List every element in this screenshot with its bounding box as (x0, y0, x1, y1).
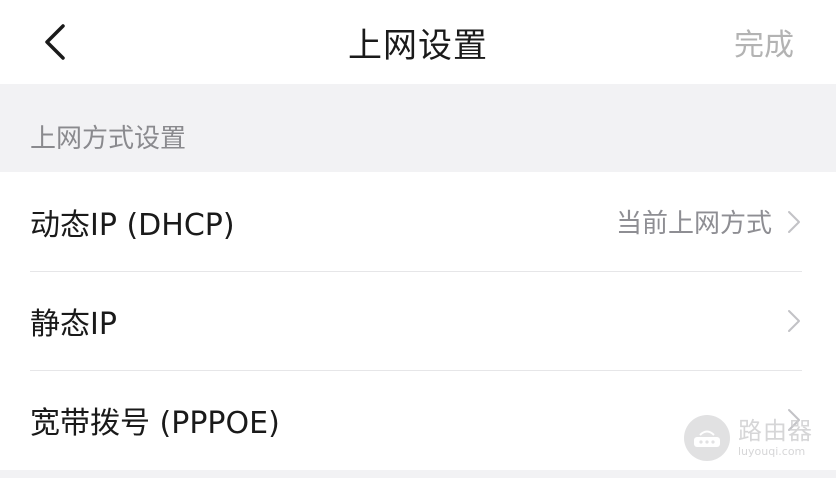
section-title: 上网方式设置 (30, 123, 187, 154)
nav-bar: 上网设置 完成 (0, 0, 836, 84)
item-right: 当前上网方式 (616, 172, 802, 271)
chevron-right-icon (786, 208, 802, 236)
item-right (786, 271, 802, 370)
router-logo-icon (684, 415, 730, 461)
list-item-static-ip[interactable]: 静态IP (0, 271, 836, 370)
watermark-text: 路由器 luyouqi.com (738, 419, 813, 457)
section-header: 上网方式设置 (0, 84, 836, 172)
watermark-cn: 路由器 (738, 417, 813, 445)
item-label: 动态IP (DHCP) (30, 207, 235, 243)
page-title: 上网设置 (348, 25, 488, 66)
list-item-dhcp[interactable]: 动态IP (DHCP) 当前上网方式 (0, 172, 836, 271)
current-mode-label: 当前上网方式 (615, 209, 772, 239)
watermark: 路由器 luyouqi.com (684, 408, 824, 468)
item-label: 静态IP (30, 306, 117, 342)
done-button[interactable]: 完成 (734, 0, 794, 84)
chevron-right-icon (786, 307, 802, 335)
item-label: 宽带拨号 (PPPOE) (30, 405, 280, 441)
app-root: 上网设置 完成 上网方式设置 动态IP (DHCP) 当前上网方式 静态IP 宽… (0, 0, 836, 478)
watermark-en: luyouqi.com (738, 445, 806, 458)
